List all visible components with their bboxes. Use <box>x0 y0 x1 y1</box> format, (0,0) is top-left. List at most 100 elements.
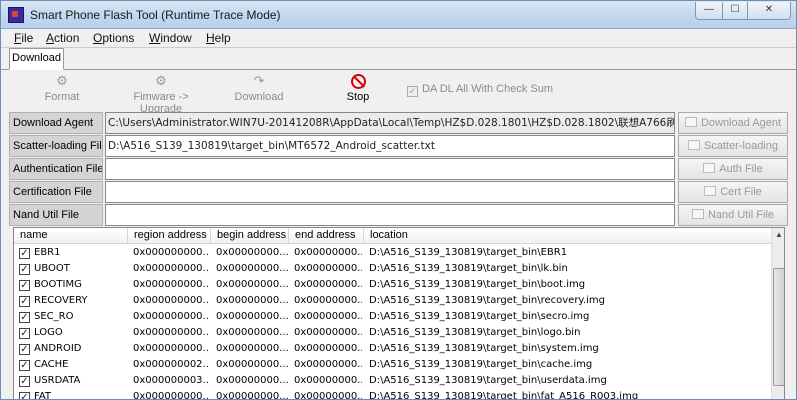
row-checkbox[interactable]: ✓ <box>19 392 30 399</box>
table-row[interactable]: ✓ BOOTIMG 0x000000000... 0x00000000... 0x000… <box>14 277 771 293</box>
cell-region: 0x000000000... <box>133 391 209 400</box>
menu-action[interactable]: Action <box>46 31 79 45</box>
download-agent-button[interactable]: Download Agent <box>678 112 788 134</box>
window-title: Smart Phone Flash Tool (Runtime Trace Mo… <box>30 8 281 22</box>
stop-label: Stop <box>346 91 370 103</box>
cell-location: D:\A516_S139_130819\target_bin\userdata.… <box>369 375 607 386</box>
cell-begin: 0x00000000... <box>216 375 288 386</box>
table-body: ✓ EBR1 0x000000000... 0x00000000... 0x000000… <box>14 245 771 400</box>
menu-window[interactable]: Window <box>149 31 192 45</box>
cell-region: 0x000000000... <box>133 343 209 354</box>
scatter-field[interactable]: D:\A516_S139_130819\target_bin\MT6572_An… <box>105 135 675 157</box>
nand-row: Nand Util File Nand Util File <box>9 204 796 226</box>
download-button[interactable]: ↷ Download <box>231 73 287 104</box>
format-icon: ⚙ <box>56 73 68 88</box>
cell-name: LOGO <box>34 327 63 338</box>
nand-label: Nand Util File <box>9 204 103 226</box>
format-button[interactable]: ⚙ Format <box>41 73 83 104</box>
table-row[interactable]: ✓ USRDATA 0x000000003... 0x00000000... 0x000… <box>14 373 771 389</box>
cell-location: D:\A516_S139_130819\target_bin\lk.bin <box>369 263 568 274</box>
cell-region: 0x000000000... <box>133 327 209 338</box>
vertical-scrollbar[interactable]: ▲ <box>771 228 784 399</box>
cell-begin: 0x00000000... <box>216 359 288 370</box>
row-checkbox[interactable]: ✓ <box>19 248 30 259</box>
cell-name: USRDATA <box>34 375 81 386</box>
row-checkbox[interactable]: ✓ <box>19 280 30 291</box>
cell-begin: 0x00000000... <box>216 263 288 274</box>
row-checkbox[interactable]: ✓ <box>19 360 30 371</box>
table-row[interactable]: ✓ CACHE 0x000000002... 0x00000000... 0x00000… <box>14 357 771 373</box>
table-row[interactable]: ✓ FAT 0x000000000... 0x00000000... 0x0000000… <box>14 389 771 400</box>
table-row[interactable]: ✓ UBOOT 0x000000000... 0x00000000... 0x00000… <box>14 261 771 277</box>
stop-button[interactable]: Stop <box>341 74 375 103</box>
row-checkbox[interactable]: ✓ <box>19 264 30 275</box>
cell-end: 0x00000000... <box>294 295 362 306</box>
nand-util-file-button[interactable]: Nand Util File <box>678 204 788 226</box>
cell-begin: 0x00000000... <box>216 391 288 400</box>
cell-name: CACHE <box>34 359 69 370</box>
row-checkbox[interactable]: ✓ <box>19 328 30 339</box>
table-row[interactable]: ✓ ANDROID 0x000000000... 0x00000000... 0x000… <box>14 341 771 357</box>
folder-icon <box>704 186 717 196</box>
auth-row: Authentication File Auth File <box>9 158 796 180</box>
cell-location: D:\A516_S139_130819\target_bin\logo.bin <box>369 327 581 338</box>
download-agent-field[interactable]: C:\Users\Administrator.WIN7U-20141208R\A… <box>105 112 675 134</box>
column-header-begin[interactable]: begin address <box>211 228 289 244</box>
cell-location: D:\A516_S139_130819\target_bin\EBR1 <box>369 247 568 258</box>
folder-icon <box>703 163 716 173</box>
table-row[interactable]: ✓ EBR1 0x000000000... 0x00000000... 0x000000… <box>14 245 771 261</box>
cell-region: 0x000000003... <box>133 375 209 386</box>
menu-file[interactable]: File <box>14 31 33 45</box>
scroll-up-icon[interactable]: ▲ <box>772 228 784 242</box>
cell-end: 0x00000000... <box>294 327 362 338</box>
nand-field[interactable] <box>105 204 675 226</box>
row-checkbox[interactable]: ✓ <box>19 296 30 307</box>
format-label: Format <box>44 91 80 103</box>
cell-location: D:\A516_S139_130819\target_bin\secro.img <box>369 311 590 322</box>
auth-field[interactable] <box>105 158 675 180</box>
firmware-upgrade-button[interactable]: ⚙ Fimware -> Upgrade <box>111 73 211 116</box>
column-header-end[interactable]: end address <box>289 228 364 244</box>
toolbar: ⚙ Format ⚙ Fimware -> Upgrade ↷ Download… <box>1 70 796 116</box>
minimize-button[interactable]: — <box>695 2 723 20</box>
row-checkbox[interactable]: ✓ <box>19 376 30 387</box>
firmware-upgrade-icon: ⚙ <box>155 73 167 88</box>
cell-name: EBR1 <box>34 247 61 258</box>
cell-name: SEC_RO <box>34 311 74 322</box>
row-checkbox[interactable]: ✓ <box>19 312 30 323</box>
cell-location: D:\A516_S139_130819\target_bin\system.im… <box>369 343 599 354</box>
cert-file-button[interactable]: Cert File <box>678 181 788 203</box>
tab-download[interactable]: Download <box>9 48 64 70</box>
cell-region: 0x000000000... <box>133 279 209 290</box>
auth-file-button[interactable]: Auth File <box>678 158 788 180</box>
flash-tool-window: Smart Phone Flash Tool (Runtime Trace Mo… <box>0 0 797 400</box>
title-bar[interactable]: Smart Phone Flash Tool (Runtime Trace Mo… <box>1 1 796 29</box>
checksum-checkbox[interactable]: ✓ DA DL All With Check Sum <box>407 83 553 97</box>
cell-end: 0x00000000... <box>294 375 362 386</box>
cell-begin: 0x00000000... <box>216 343 288 354</box>
menu-help[interactable]: Help <box>206 31 231 45</box>
column-header-region[interactable]: region address <box>128 228 211 244</box>
cell-end: 0x00000000... <box>294 263 362 274</box>
scrollbar-thumb[interactable] <box>773 268 784 386</box>
menu-options[interactable]: Options <box>93 31 134 45</box>
table-row[interactable]: ✓ SEC_RO 0x000000000... 0x00000000... 0x0000… <box>14 309 771 325</box>
table-row[interactable]: ✓ RECOVERY 0x000000000... 0x00000000... 0x00… <box>14 293 771 309</box>
cell-end: 0x00000000... <box>294 343 362 354</box>
partition-table: name region address begin address end ad… <box>13 227 785 400</box>
download-icon: ↷ <box>253 73 265 88</box>
cell-region: 0x000000002... <box>133 359 209 370</box>
cell-begin: 0x00000000... <box>216 311 288 322</box>
cell-region: 0x000000000... <box>133 247 209 258</box>
cell-begin: 0x00000000... <box>216 247 288 258</box>
scatter-loading-button[interactable]: Scatter-loading <box>678 135 788 157</box>
cert-field[interactable] <box>105 181 675 203</box>
close-button[interactable]: ✕ <box>747 2 791 20</box>
maximize-button[interactable]: ☐ <box>722 2 748 20</box>
cell-location: D:\A516_S139_130819\target_bin\fat_A516_… <box>369 391 639 400</box>
download-label: Download <box>234 91 284 103</box>
table-row[interactable]: ✓ LOGO 0x000000000... 0x00000000... 0x000000… <box>14 325 771 341</box>
row-checkbox[interactable]: ✓ <box>19 344 30 355</box>
column-header-location[interactable]: location <box>364 228 771 244</box>
column-header-name[interactable]: name <box>14 228 128 244</box>
